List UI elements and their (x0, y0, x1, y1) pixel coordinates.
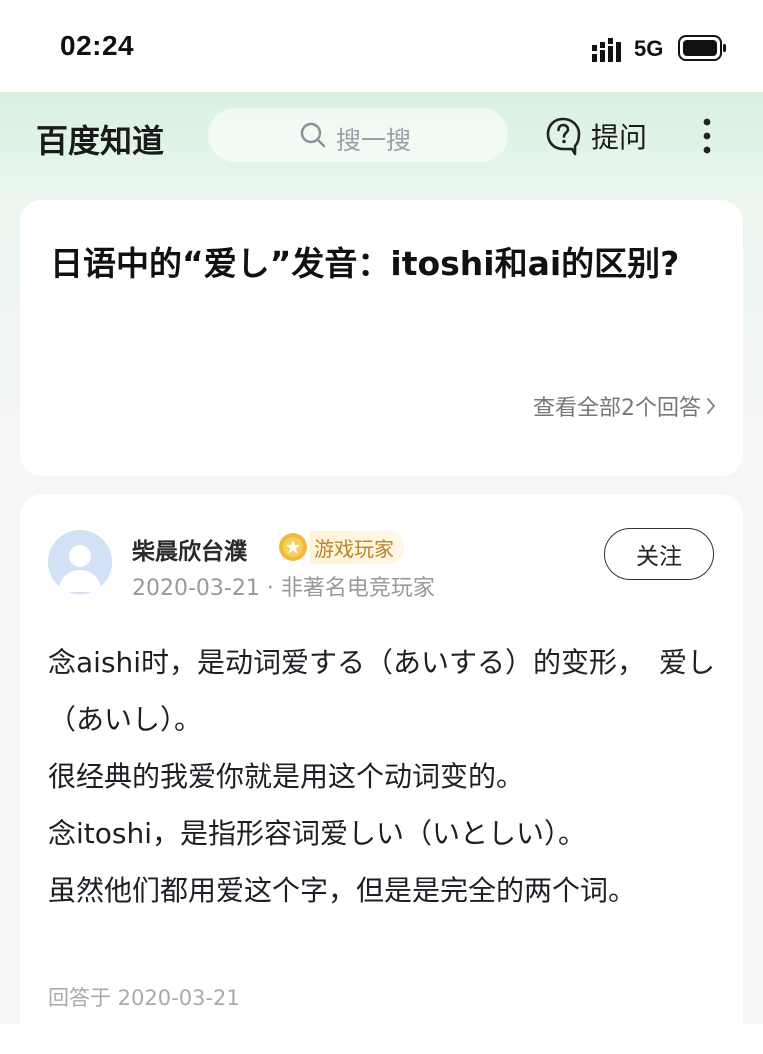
signal-icon (592, 38, 621, 62)
status-time: 02:24 (60, 30, 135, 61)
brand-logo[interactable]: 百度知道 (36, 116, 164, 162)
search-icon (300, 122, 326, 148)
follow-button[interactable]: 关注 (604, 528, 714, 580)
default-avatar-icon (48, 530, 112, 594)
more-options-icon[interactable] (694, 116, 720, 156)
answer-paragraph: 念aishi时，是动词爱する（あいする）的变形， 爱し（あいし）。 (48, 646, 716, 736)
answer-card: 柴晨欣台濮 游戏玩家 2020-03-21 · 非著名电竞玩家 关注 念aish… (20, 494, 743, 1054)
answer-paragraph: 很经典的我爱你就是用这个动词变的。 (48, 760, 525, 793)
badge-label: 游戏玩家 (310, 530, 404, 564)
chevron-right-icon (707, 398, 715, 414)
answer-date: 回答于 2020-03-21 (48, 986, 240, 1010)
status-bar: 02:24 5G (0, 0, 763, 92)
ask-label: 提问 (591, 121, 648, 154)
medal-icon (279, 533, 307, 561)
avatar[interactable] (48, 530, 112, 594)
user-name[interactable]: 柴晨欣台濮 (132, 532, 247, 566)
answer-body: 念aishi时，是动词爱する（あいする）的变形， 爱し（あいし）。 很经典的我爱… (48, 634, 728, 919)
question-card: 日语中的“爱し”发音：itoshi和ai的区别? 查看全部2个回答 (20, 200, 743, 476)
view-all-answers-link[interactable]: 查看全部2个回答 (533, 390, 717, 422)
user-meta: 2020-03-21 · 非著名电竞玩家 (132, 576, 435, 601)
answer-paragraph: 念itoshi，是指形容词爱しい（いとしい）。 (48, 817, 587, 850)
answer-paragraph: 虽然他们都用爱这个字，但是是完全的两个词。 (48, 874, 637, 907)
app-header: 百度知道 搜一搜 提问 (0, 92, 763, 182)
search-input[interactable]: 搜一搜 (208, 108, 508, 162)
network-type: 5G (634, 36, 664, 61)
view-all-answers-label: 查看全部2个回答 (533, 396, 701, 421)
battery-icon (678, 35, 726, 61)
question-icon (546, 117, 581, 156)
user-badge: 游戏玩家 (278, 530, 404, 564)
question-title: 日语中的“爱し”发音：itoshi和ai的区别? (50, 244, 680, 283)
search-placeholder: 搜一搜 (336, 126, 412, 155)
